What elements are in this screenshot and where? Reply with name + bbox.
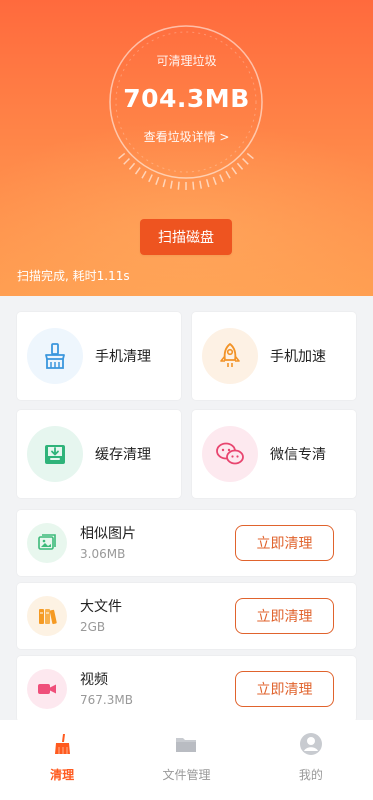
item-size: 2GB: [80, 620, 106, 634]
ring-tick: [231, 167, 238, 175]
ring-tick: [177, 181, 180, 190]
ring-tick: [242, 158, 249, 165]
item-size: 3.06MB: [80, 547, 126, 561]
clean-now-button[interactable]: 立即清理: [235, 598, 334, 634]
item-size: 767.3MB: [80, 693, 133, 707]
scan-disk-button[interactable]: 扫描磁盘: [140, 219, 232, 255]
item-name: 视频: [80, 672, 108, 688]
ring-tick: [192, 181, 195, 190]
ring-tick: [141, 170, 147, 179]
item-name: 相似图片: [80, 526, 136, 542]
ring-tick: [123, 158, 130, 165]
clean-now-button[interactable]: 立即清理: [235, 671, 334, 707]
junk-title: 可清理垃圾: [156, 54, 217, 68]
feature-label: 手机加速: [270, 349, 326, 365]
ring-tick: [162, 179, 167, 188]
item-name: 大文件: [80, 599, 122, 615]
ring-tick: [118, 152, 126, 160]
image-icon: [27, 523, 67, 563]
user-icon: [299, 733, 322, 755]
broom-icon: [27, 328, 83, 384]
rocket-icon: [202, 328, 258, 384]
hero-section: 可清理垃圾 704.3MB 查看垃圾详情 > 扫描磁盘 扫描完成, 耗时1.11…: [0, 0, 373, 296]
junk-detail-link[interactable]: 查看垃圾详情 >: [0, 128, 373, 145]
feature-phone-boost[interactable]: 手机加速: [192, 312, 356, 400]
ring-tick: [225, 170, 231, 179]
broom-icon: [55, 734, 71, 754]
ring-tick: [155, 176, 160, 185]
tab-label: 文件管理: [162, 768, 211, 782]
feature-phone-clean[interactable]: 手机清理: [17, 312, 181, 400]
ring-tick: [199, 180, 203, 189]
tab-label: 我的: [298, 768, 323, 782]
feature-cache-clean[interactable]: 缓存清理: [17, 410, 181, 498]
ring-tick: [169, 180, 173, 189]
ring-tick: [246, 152, 254, 160]
ring-tick: [148, 174, 153, 183]
feature-label: 手机清理: [95, 349, 151, 365]
folder-icon: [176, 738, 197, 752]
ring-tick: [212, 176, 217, 185]
tab-clean[interactable]: 清理: [0, 720, 124, 800]
tab-label: 清理: [50, 768, 75, 782]
ring-tick: [219, 174, 224, 183]
ring-tick: [134, 167, 141, 175]
list-item-videos[interactable]: 视频 767.3MB 立即清理: [17, 656, 356, 722]
bottom-tab-bar: 清理 文件管理 我的: [0, 720, 373, 800]
feature-label: 微信专清: [270, 447, 326, 463]
feature-wechat-clean[interactable]: 微信专清: [192, 410, 356, 498]
ring-tick: [128, 162, 136, 170]
feature-label: 缓存清理: [95, 447, 151, 463]
video-icon: [27, 669, 67, 709]
tab-file-manager[interactable]: 文件管理: [124, 720, 248, 800]
tab-mine[interactable]: 我的: [249, 720, 373, 800]
scan-status: 扫描完成, 耗时1.11s: [17, 269, 130, 283]
inbox-download-icon: [27, 426, 83, 482]
list-item-similar-images[interactable]: 相似图片 3.06MB 立即清理: [17, 510, 356, 576]
list-item-large-files[interactable]: 大文件 2GB 立即清理: [17, 583, 356, 649]
ring-tick: [236, 162, 244, 170]
clean-now-button[interactable]: 立即清理: [235, 525, 334, 561]
ring-tick: [205, 179, 210, 188]
junk-size: 704.3MB: [123, 84, 250, 113]
books-icon: [27, 596, 67, 636]
wechat-icon: [202, 426, 258, 482]
